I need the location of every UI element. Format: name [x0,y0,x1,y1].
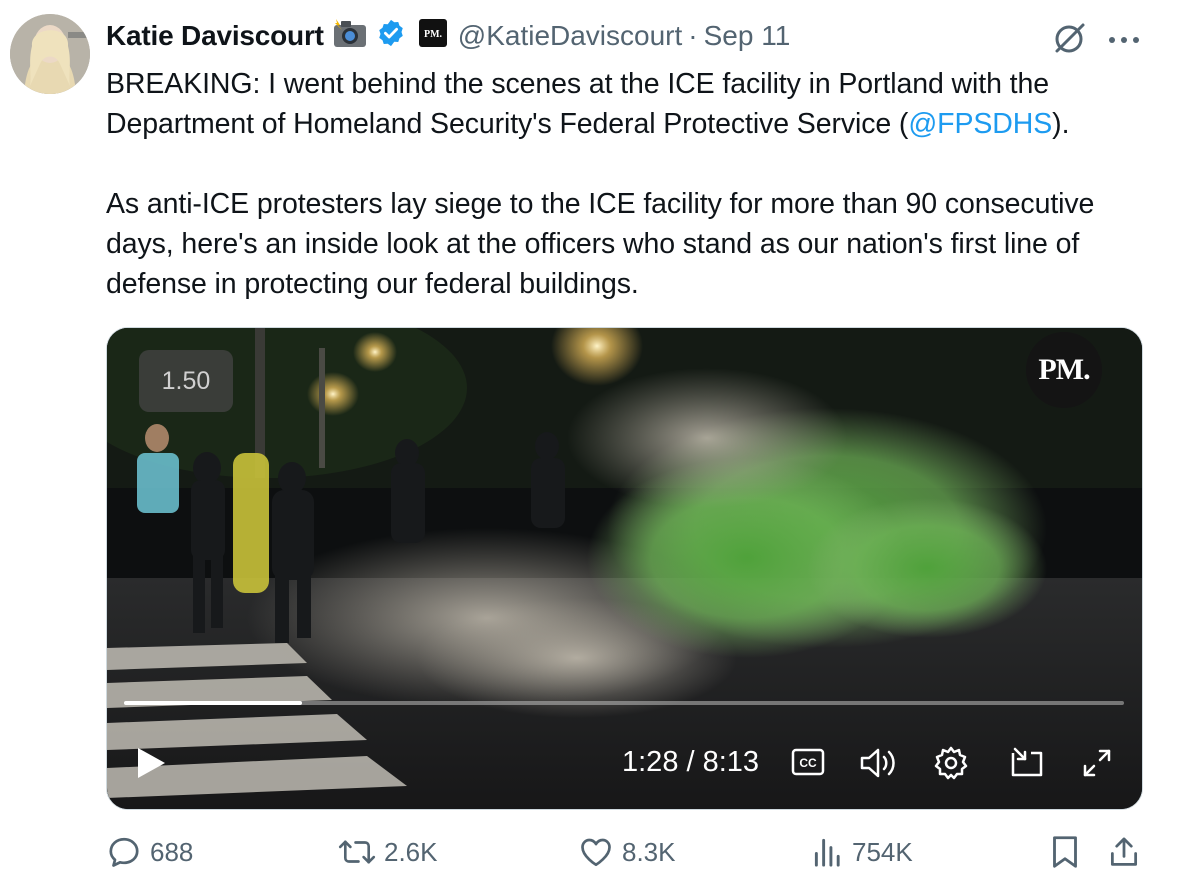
channel-logo: PM. [1026,332,1102,408]
play-button[interactable] [135,746,167,785]
volume-icon [860,748,895,778]
fullscreen-icon [1083,749,1111,777]
svg-text:CC: CC [799,756,817,770]
repost-icon [338,840,376,864]
play-icon [138,748,165,778]
affiliate-badge-icon[interactable]: PM. [418,18,448,55]
tweet-paragraph-2: As anti-ICE protesters lay siege to the … [106,188,1095,300]
video-player[interactable]: 1.50 PM. 1:28 / 8:13 CC [106,327,1143,810]
views-count: 754K [852,836,913,867]
bookmark-icon [1053,836,1077,868]
affiliate-badge-text: PM. [424,29,443,40]
share-icon [1110,837,1138,866]
share-button[interactable] [1108,834,1140,870]
author-name[interactable]: Katie Daviscourt [106,20,324,52]
views-icon [814,838,840,867]
picture-in-picture-button[interactable] [1009,745,1045,786]
repost-count: 2.6K [384,836,438,867]
picture-in-picture-icon [1011,747,1043,777]
reply-icon [109,837,139,867]
video-frame [107,328,1142,809]
tweet-text: BREAKING: I went behind the scenes at th… [106,64,1166,304]
video-progress-fill [124,701,302,705]
views-button[interactable]: 754K [812,834,913,870]
reply-button[interactable]: 688 [106,834,193,870]
bookmark-button[interactable] [1050,834,1080,870]
verified-badge-icon[interactable] [376,18,406,55]
tweet-date[interactable]: Sep 11 [704,20,791,52]
camera-flash-emoji-icon [332,17,368,56]
cc-icon: CC [791,748,825,776]
author-handle[interactable]: @KatieDaviscourt [458,20,683,52]
separator-dot: · [688,20,698,51]
like-icon [581,838,611,867]
video-time: 1:28 / 8:13 [622,746,760,778]
like-button[interactable]: 8.3K [578,834,676,870]
settings-button[interactable] [933,745,969,786]
volume-button[interactable] [859,745,899,786]
tweet-header: Katie Daviscourt PM. @KatieDaviscourt · … [106,14,790,58]
more-icon[interactable] [1108,32,1140,50]
fullscreen-button[interactable] [1079,745,1115,786]
grok-icon[interactable] [1050,18,1090,63]
reply-count: 688 [150,836,194,867]
avatar[interactable] [10,14,90,94]
settings-gear-icon [934,746,968,780]
tweet-paragraph-1: BREAKING: I went behind the scenes at th… [106,68,1070,140]
tweet-action-bar: 688 2.6K 8.3K 754K [106,834,1146,874]
captions-button[interactable]: CC [791,748,825,781]
playback-speed-badge[interactable]: 1.50 [139,350,233,412]
video-progress-bar[interactable] [124,701,1124,705]
like-count: 8.3K [622,836,676,867]
repost-button[interactable]: 2.6K [338,834,438,870]
mention-link[interactable]: @FPSDHS [908,108,1052,140]
